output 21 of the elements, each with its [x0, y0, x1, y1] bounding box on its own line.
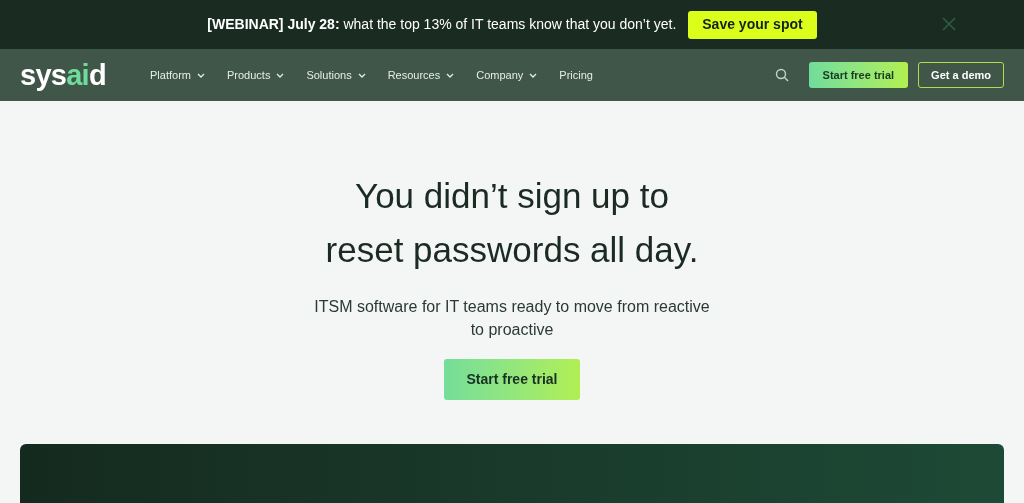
chevron-down-icon	[196, 72, 205, 78]
start-trial-button[interactable]: Start free trial	[444, 359, 580, 400]
chevron-down-icon	[276, 72, 285, 78]
chevron-down-icon	[357, 72, 366, 78]
chevron-down-icon	[529, 72, 538, 78]
announcement-text: [WEBINAR] July 28: what the top 13% of IT teams know that you don’t yet.	[207, 15, 677, 34]
chevron-down-icon	[446, 72, 455, 78]
logo[interactable]: sysaid	[20, 60, 130, 90]
start-trial-button[interactable]: Start free trial	[808, 62, 909, 88]
nav-link[interactable]: Pricing	[559, 66, 593, 84]
nav-link[interactable]: Products	[226, 66, 285, 84]
save-spot-button[interactable]: Save your spot	[688, 10, 817, 39]
hero-headline: You didn’t sign up to	[355, 175, 669, 217]
nav-link[interactable]: Platform	[150, 66, 205, 84]
nav-link[interactable]: Company	[476, 66, 538, 84]
search-icon[interactable]	[774, 68, 789, 82]
hero-headline: reset passwords all day.	[325, 229, 699, 271]
demo-button[interactable]: Get a demo	[918, 62, 1004, 88]
hero-subtitle: ITSM software for IT teams ready to move from reactive to proactive	[313, 297, 711, 340]
nav-link[interactable]: Resources	[387, 66, 455, 84]
nav-link[interactable]: Solutions	[306, 66, 366, 84]
